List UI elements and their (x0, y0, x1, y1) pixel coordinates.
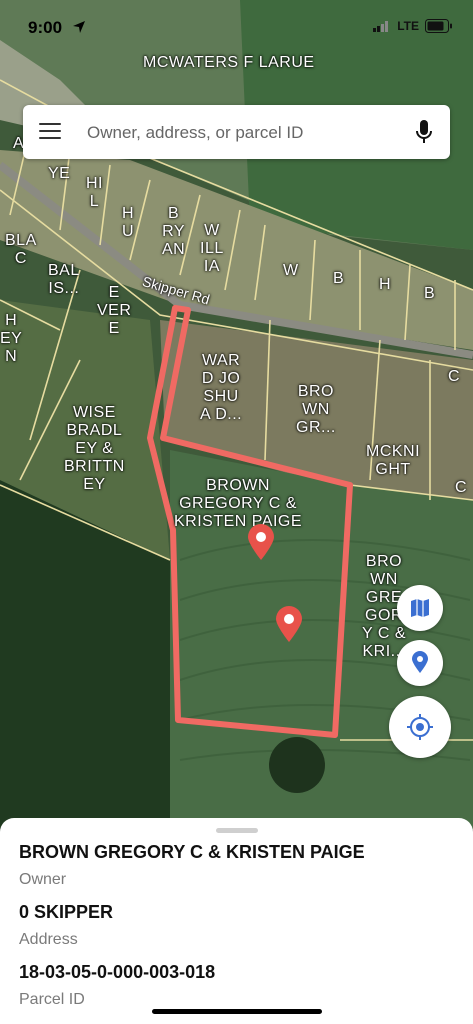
parcel-label[interactable]: BAL IS... (48, 262, 80, 298)
network-type: LTE (397, 19, 419, 33)
parcel-label[interactable]: H EY N (0, 312, 22, 366)
microphone-icon[interactable] (416, 119, 432, 145)
map-pin-icon[interactable] (274, 606, 304, 644)
parcel-label[interactable]: W ILL IA (200, 222, 224, 276)
location-arrow-icon (73, 21, 85, 33)
selected-parcel-label[interactable]: BROWN GREGORY C & KRISTEN PAIGE (174, 477, 302, 531)
my-location-button[interactable] (389, 696, 451, 758)
parcel-label[interactable]: H (379, 276, 391, 294)
parcel-label[interactable]: H U (122, 205, 134, 241)
map-pin-icon[interactable] (246, 524, 276, 562)
parcel-label[interactable]: C (448, 368, 460, 386)
status-bar: 9:00 LTE (0, 0, 473, 44)
address-value: 0 SKIPPER (19, 902, 114, 922)
owner-label: Owner (19, 871, 67, 888)
parcel-details-sheet[interactable]: BROWN GREGORY C & KRISTEN PAIGE Owner 0 … (0, 818, 473, 1024)
status-time: 9:00 (28, 18, 63, 37)
parcel-label[interactable]: B (333, 270, 344, 288)
battery-icon (425, 19, 452, 33)
address-label: Address (19, 931, 78, 948)
parcel-label[interactable]: MCKNI GHT (366, 443, 420, 479)
parcel-label[interactable]: BRO WN GR... (296, 383, 336, 437)
parcel-label[interactable]: C (455, 479, 467, 497)
parcel-label[interactable]: E VER E (97, 284, 131, 338)
parcel-id-value: 18-03-05-0-000-003-018 (19, 962, 216, 982)
parcel-label[interactable]: HI L (86, 175, 103, 211)
map-icon (411, 599, 429, 617)
parcel-label[interactable]: YE (48, 165, 70, 183)
parcel-label[interactable]: WISE BRADL EY & BRITTN EY (64, 404, 125, 494)
parcel-label[interactable]: W (283, 262, 299, 280)
menu-icon[interactable] (39, 123, 61, 141)
signal-icon (373, 21, 389, 32)
parcel-label[interactable]: BLA C (5, 232, 37, 268)
search-bar[interactable]: Owner, address, or parcel ID (23, 105, 450, 159)
parcel-label[interactable]: B RY AN (162, 205, 185, 259)
home-indicator (152, 1009, 322, 1014)
crosshair-icon (407, 714, 433, 740)
drop-pin-button[interactable] (397, 640, 443, 686)
search-input[interactable]: Owner, address, or parcel ID (87, 123, 303, 143)
location-pin-icon (412, 651, 428, 673)
parcel-id-label: Parcel ID (19, 991, 85, 1008)
parcel-label[interactable]: WAR D JO SHU A D... (200, 352, 242, 424)
parcel-label[interactable]: B (424, 285, 435, 303)
sheet-drag-handle[interactable] (216, 828, 258, 833)
map-layers-button[interactable] (397, 585, 443, 631)
parcel-label[interactable]: MCWATERS F LARUE (143, 54, 315, 72)
owner-value: BROWN GREGORY C & KRISTEN PAIGE (19, 842, 365, 862)
